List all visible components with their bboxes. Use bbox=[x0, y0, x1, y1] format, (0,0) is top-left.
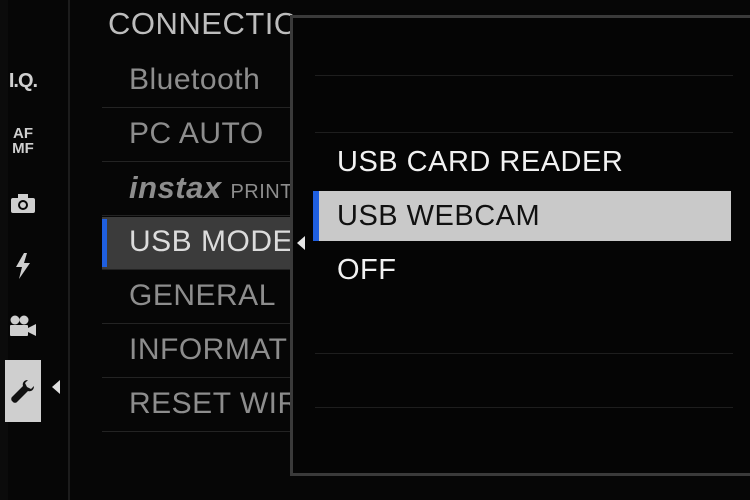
option-label: USB CARD READER bbox=[337, 146, 624, 178]
menu-item-pc-auto[interactable]: PC AUTO bbox=[102, 109, 297, 162]
camera-icon[interactable] bbox=[5, 177, 41, 229]
menu-item-reset-wireless[interactable]: RESET WIRELESS bbox=[102, 379, 297, 432]
iq-icon[interactable]: I.Q. bbox=[5, 55, 41, 107]
af-mf-icon-label: AF MF bbox=[12, 125, 34, 157]
menu-item-usb-mode[interactable]: USB MODE bbox=[102, 217, 297, 270]
menu-item-label: PC AUTO bbox=[129, 117, 264, 150]
menu-item-bluetooth[interactable]: Bluetooth bbox=[102, 55, 297, 108]
wrench-icon[interactable] bbox=[5, 360, 41, 422]
iq-icon-label: I.Q. bbox=[8, 69, 38, 92]
menu-item-label: Bluetooth bbox=[129, 63, 261, 96]
option-label: OFF bbox=[337, 254, 397, 286]
menu-title: CONNECTION SETTING bbox=[108, 6, 293, 41]
menu-item-instax-printer[interactable]: instax PRINTER bbox=[102, 163, 297, 216]
menu-item-label: USB MODE bbox=[129, 225, 294, 258]
selection-indicator bbox=[313, 191, 319, 241]
af-mf-icon[interactable]: AF MF bbox=[5, 115, 41, 167]
option-usb-webcam[interactable]: USB WEBCAM bbox=[313, 191, 731, 241]
menu-category-sidebar: I.Q. AF MF bbox=[5, 55, 43, 440]
menu-item-general[interactable]: GENERAL bbox=[102, 271, 297, 324]
divider bbox=[315, 132, 733, 133]
option-off[interactable]: OFF bbox=[313, 245, 731, 295]
divider bbox=[315, 75, 733, 76]
menu-item-label: INFORMATION bbox=[129, 333, 297, 366]
instax-logo: instax bbox=[129, 170, 222, 205]
divider bbox=[315, 407, 733, 408]
flash-icon[interactable] bbox=[5, 240, 41, 292]
submenu-pointer-icon bbox=[297, 236, 305, 250]
menu-item-information[interactable]: INFORMATION bbox=[102, 325, 297, 378]
divider bbox=[315, 353, 733, 354]
menu-item-sub-label: PRINTER bbox=[230, 181, 297, 203]
option-label: USB WEBCAM bbox=[337, 200, 541, 232]
menu-item-label: RESET WIRELESS bbox=[129, 387, 297, 420]
menu-item-label: GENERAL bbox=[129, 279, 276, 312]
option-usb-card-reader[interactable]: USB CARD READER bbox=[313, 137, 731, 187]
selection-indicator bbox=[102, 219, 107, 267]
category-pointer-icon bbox=[52, 380, 60, 394]
movie-icon[interactable] bbox=[5, 300, 41, 352]
